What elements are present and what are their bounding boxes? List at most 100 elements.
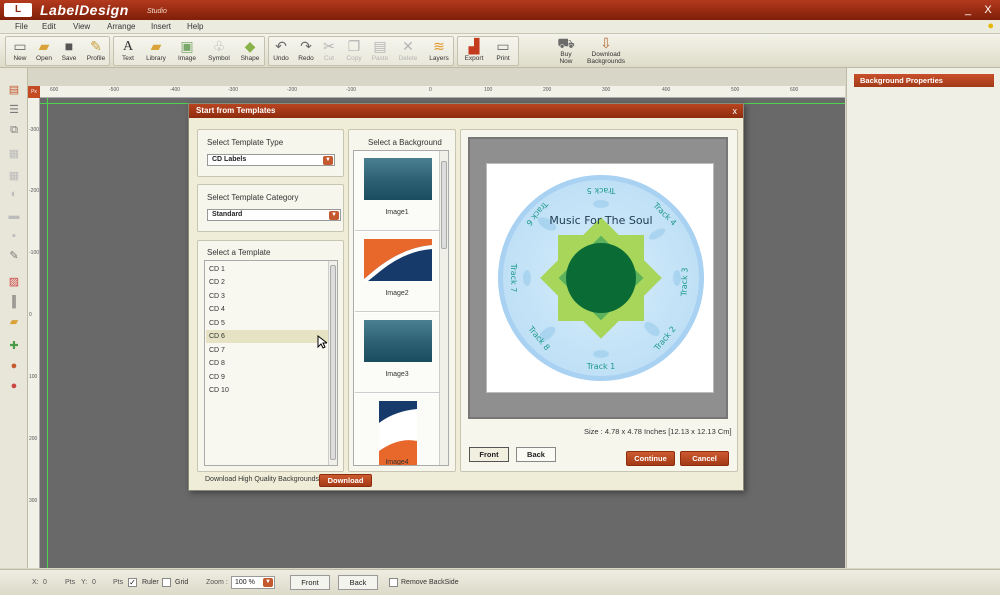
group-tool-icon[interactable]: ⧉ (5, 122, 23, 138)
rotate-tool-icon[interactable]: ◐ (5, 186, 23, 202)
list-item[interactable]: CD 7 (206, 344, 328, 357)
close-window-button[interactable]: X (981, 3, 995, 17)
profile-button[interactable]: ✎ Profile (83, 38, 109, 66)
ruler-tick: 600 (50, 87, 59, 93)
grid-checkbox[interactable] (162, 578, 171, 587)
cancel-button[interactable]: Cancel (680, 451, 729, 466)
status-back-button[interactable]: Back (338, 575, 378, 590)
background-item[interactable]: Image4 (355, 394, 439, 465)
menu-insert[interactable]: Insert (151, 22, 171, 31)
shape-button[interactable]: ◆ Shape (237, 38, 263, 66)
list-item[interactable]: CD 9 (206, 371, 328, 384)
download-icon: ⇩ (600, 35, 612, 51)
continue-button[interactable]: Continue (626, 451, 675, 466)
template-preview: Music For The Soul Track 1 Track 2 Track… (468, 137, 728, 419)
shape-icon: ◆ (244, 38, 256, 54)
ruler-tick: 100 (29, 374, 38, 380)
list-item[interactable]: CD 8 (206, 357, 328, 370)
y-label: Y: (81, 579, 88, 586)
app-subtitle: Studio (147, 8, 167, 15)
template-category-select[interactable]: Standard ▼ (207, 209, 341, 221)
align-tool-icon[interactable]: ☰ (5, 102, 23, 118)
grid-label: Grid (175, 579, 189, 586)
toolbar: ▭ New ▰ Open ■ Save ✎ Profile A Text ▰ Library… (0, 34, 1000, 68)
paste-icon: ▤ (373, 38, 387, 54)
template-list-scrollbar[interactable] (328, 261, 337, 465)
download-backgrounds-button[interactable]: ⇩ Download Backgrounds (587, 35, 625, 66)
template-list: CD 1 CD 2 CD 3 CD 4 CD 5 CD 6 CD 7 CD 8 … (204, 260, 338, 466)
pdf-tool-icon[interactable]: ▨ (5, 274, 23, 290)
barcode-icon[interactable]: ║ (5, 294, 23, 310)
right-panel: Background Properties (846, 68, 1000, 568)
ruler-checkbox[interactable]: ✓ (128, 578, 137, 587)
y-unit: Pts (113, 579, 124, 586)
ruler-tick: -300 (228, 87, 239, 93)
library-icon: ▰ (150, 38, 162, 54)
menu-file[interactable]: File (15, 22, 28, 31)
ruler-tick: 200 (543, 87, 552, 93)
delete-button[interactable]: ✕ Delete (395, 38, 421, 66)
scrollbar-thumb[interactable] (330, 265, 336, 460)
folder-tool-icon[interactable]: ▰ (5, 314, 23, 330)
back-button[interactable]: Back (516, 447, 556, 462)
list-item[interactable]: CD 10 (206, 384, 328, 397)
send-back-icon[interactable]: ▦ (5, 168, 23, 184)
flip-tool-icon[interactable]: ▬ (5, 208, 23, 224)
buy-now-button[interactable]: ⛟ Buy Now (553, 35, 579, 66)
download-button[interactable]: Download (319, 474, 372, 487)
ruler-tick: -200 (29, 188, 40, 194)
background-list-scrollbar[interactable] (439, 151, 448, 465)
ruler-tick: -100 (346, 87, 357, 93)
app-logo: L (4, 3, 32, 17)
menu-arrange[interactable]: Arrange (107, 22, 135, 31)
list-item[interactable]: CD 1 (206, 263, 328, 276)
bulb-icon[interactable]: ● (987, 20, 994, 32)
ruler-tick: -500 (109, 87, 120, 93)
background-item[interactable]: Image1 (355, 151, 439, 231)
remove-backside-checkbox[interactable] (389, 578, 398, 587)
bring-front-icon[interactable]: ▦ (5, 146, 23, 162)
background-item[interactable]: Image2 (355, 232, 439, 312)
ruler-tick: 300 (602, 87, 611, 93)
export-icon: ▟ (468, 38, 480, 54)
ruler-tick: 400 (662, 87, 671, 93)
lock-tool-icon[interactable]: ▪ (5, 228, 23, 244)
info-page-icon[interactable]: ● (5, 358, 23, 374)
layers-icon: ≋ (433, 38, 445, 54)
paint-tool-icon[interactable]: ✎ (5, 248, 23, 264)
background-item[interactable]: Image3 (355, 313, 439, 393)
add-page-icon[interactable]: ✚ (5, 338, 23, 354)
cart-icon: ⛟ (557, 35, 575, 51)
menu-edit[interactable]: Edit (42, 22, 56, 31)
layers-button[interactable]: ≋ Layers (426, 38, 452, 66)
track-label: Track 3 (679, 267, 689, 297)
list-item[interactable]: CD 4 (206, 303, 328, 316)
list-item[interactable]: CD 3 (206, 290, 328, 303)
status-front-button[interactable]: Front (290, 575, 330, 590)
ruler-unit-badge: Px (28, 86, 40, 98)
preview-title: Music For The Soul (549, 214, 652, 227)
remove-page-icon[interactable]: ● (5, 378, 23, 394)
print-button[interactable]: ▭ Print (490, 38, 516, 66)
scrollbar-thumb[interactable] (441, 161, 447, 249)
background-properties-header[interactable]: Background Properties (854, 74, 994, 87)
zoom-select[interactable]: 100 % ▼ (231, 576, 275, 589)
library-button[interactable]: ▰ Library (143, 38, 169, 66)
list-item[interactable]: CD 2 (206, 276, 328, 289)
background-thumbnail (364, 158, 432, 200)
dialog-close-button[interactable]: x (733, 104, 738, 118)
template-type-select[interactable]: CD Labels ▼ (207, 154, 335, 166)
list-item[interactable]: CD 5 (206, 317, 328, 330)
symbol-button[interactable]: ♧ Symbol (206, 38, 232, 66)
minimize-button[interactable]: _ (961, 3, 975, 17)
front-button[interactable]: Front (469, 447, 509, 462)
new-icon: ▭ (13, 38, 27, 54)
select-tool-icon[interactable]: ▤ (5, 82, 23, 98)
background-list: Image1 Image2 Image3 Image4 (353, 150, 449, 466)
menu-view[interactable]: View (73, 22, 90, 31)
symbol-icon: ♧ (212, 38, 226, 54)
menu-help[interactable]: Help (187, 22, 203, 31)
background-thumbnail (364, 239, 432, 281)
list-item-selected[interactable]: CD 6 (206, 330, 328, 343)
image-button[interactable]: ▣ Image (174, 38, 200, 66)
